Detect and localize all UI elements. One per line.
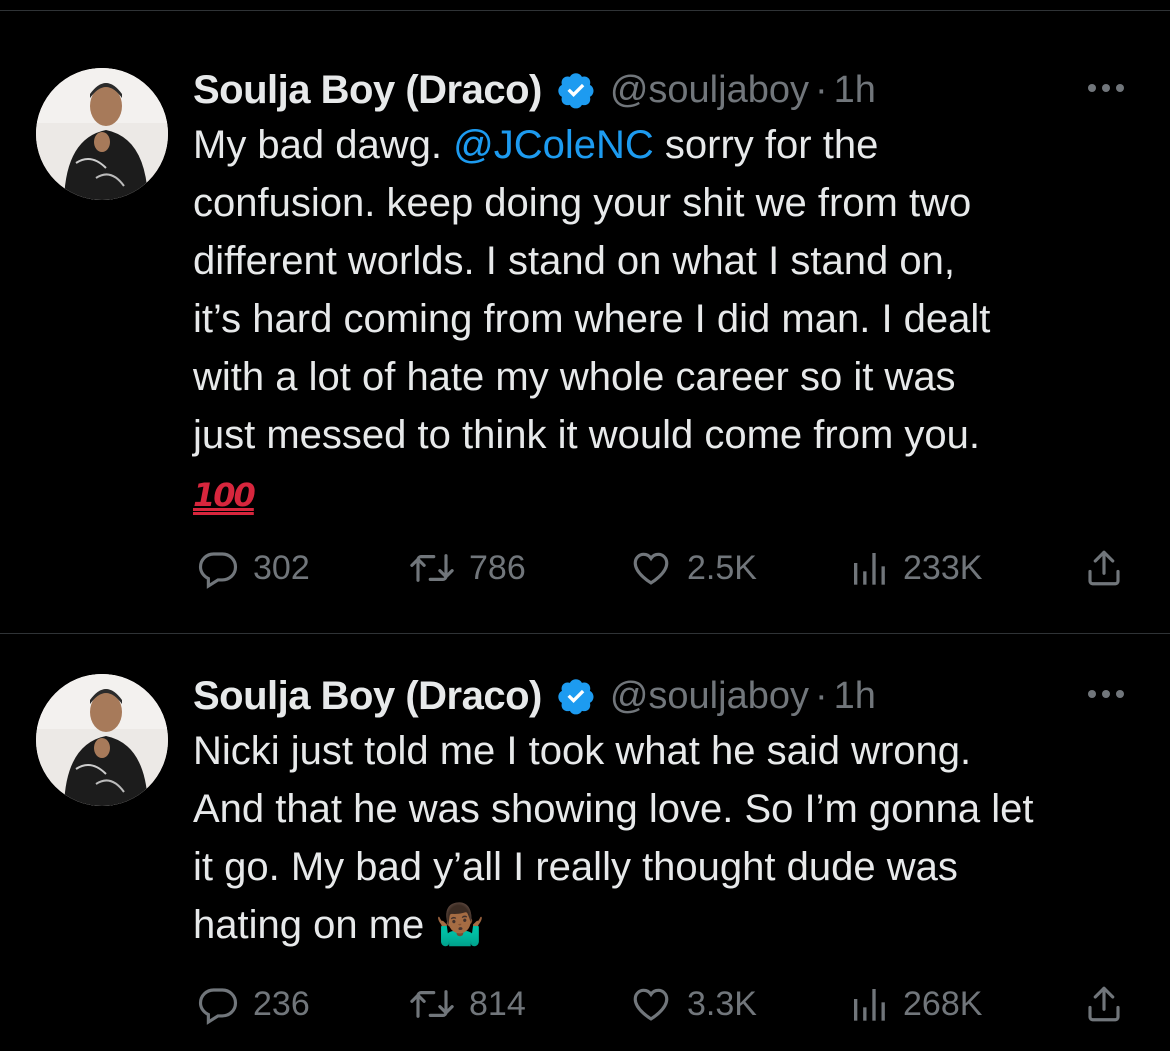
- tweet-actions: 302 786 2.5K 233K: [193, 543, 1143, 593]
- like-count: 2.5K: [687, 548, 757, 587]
- share-button[interactable]: [1083, 543, 1125, 593]
- tweet-text-part: Nicki just told me I took what he said w…: [193, 729, 1034, 947]
- verified-badge-icon[interactable]: [556, 70, 596, 110]
- views-count: 268K: [903, 984, 983, 1023]
- display-name[interactable]: Soulja Boy (Draco): [193, 674, 542, 719]
- more-options-icon[interactable]: [1084, 684, 1128, 704]
- retweet-count: 814: [469, 984, 526, 1023]
- avatar[interactable]: [36, 674, 168, 806]
- avatar-image: [36, 68, 168, 200]
- tweet-text-part: My bad dawg.: [193, 123, 454, 167]
- shrug-emoji: 🤷🏾‍♂️: [435, 903, 486, 947]
- heart-icon: [633, 552, 669, 585]
- reply-button[interactable]: 302: [197, 543, 310, 593]
- tweet-2[interactable]: Soulja Boy (Draco) @souljaboy · 1h Nicki…: [0, 634, 1170, 1051]
- reply-icon: [198, 552, 238, 589]
- reply-count: 302: [253, 548, 310, 587]
- tweet-header: Soulja Boy (Draco) @souljaboy · 1h: [193, 670, 876, 722]
- separator: ·: [814, 68, 828, 111]
- tweet-header: Soulja Boy (Draco) @souljaboy · 1h: [193, 64, 876, 116]
- tweet-text: Nicki just told me I took what he said w…: [193, 722, 1143, 954]
- views-button[interactable]: 233K: [849, 543, 982, 593]
- tweet-text-part: sorry for the confusion. keep doing your…: [193, 123, 991, 457]
- avatar[interactable]: [36, 68, 168, 200]
- views-count: 233K: [903, 548, 983, 587]
- like-button[interactable]: 2.5K: [629, 543, 757, 593]
- views-button[interactable]: 268K: [849, 979, 982, 1029]
- reply-count: 236: [253, 984, 310, 1023]
- separator: ·: [814, 674, 828, 717]
- reply-icon: [198, 988, 238, 1025]
- reply-button[interactable]: 236: [197, 979, 310, 1029]
- tweet-actions: 236 814 3.3K 268K: [193, 979, 1143, 1029]
- tweet-1[interactable]: Soulja Boy (Draco) @souljaboy · 1h My ba…: [0, 28, 1170, 633]
- handle[interactable]: @souljaboy: [610, 69, 809, 112]
- timestamp[interactable]: 1h: [834, 675, 876, 718]
- share-button[interactable]: [1083, 979, 1125, 1029]
- more-options-icon[interactable]: [1084, 78, 1128, 98]
- like-count: 3.3K: [687, 984, 757, 1023]
- like-button[interactable]: 3.3K: [629, 979, 757, 1029]
- timestamp[interactable]: 1h: [834, 69, 876, 112]
- retweet-button[interactable]: 814: [409, 979, 526, 1029]
- mention-link[interactable]: @JColeNC: [453, 123, 654, 167]
- retweet-icon: [410, 990, 454, 1018]
- display-name[interactable]: Soulja Boy (Draco): [193, 68, 542, 113]
- top-divider: [0, 10, 1170, 11]
- share-icon: [1088, 986, 1120, 1022]
- verified-badge-icon[interactable]: [556, 676, 596, 716]
- share-icon: [1088, 550, 1120, 586]
- retweet-icon: [410, 554, 454, 582]
- retweet-button[interactable]: 786: [409, 543, 526, 593]
- analytics-icon: [854, 989, 885, 1021]
- heart-icon: [633, 988, 669, 1021]
- avatar-image: [36, 674, 168, 806]
- analytics-icon: [854, 553, 885, 585]
- tweet-text: My bad dawg. @JColeNC sorry for the conf…: [193, 116, 1143, 524]
- hundred-points-emoji: 100: [193, 476, 256, 514]
- handle[interactable]: @souljaboy: [610, 675, 809, 718]
- retweet-count: 786: [469, 548, 526, 587]
